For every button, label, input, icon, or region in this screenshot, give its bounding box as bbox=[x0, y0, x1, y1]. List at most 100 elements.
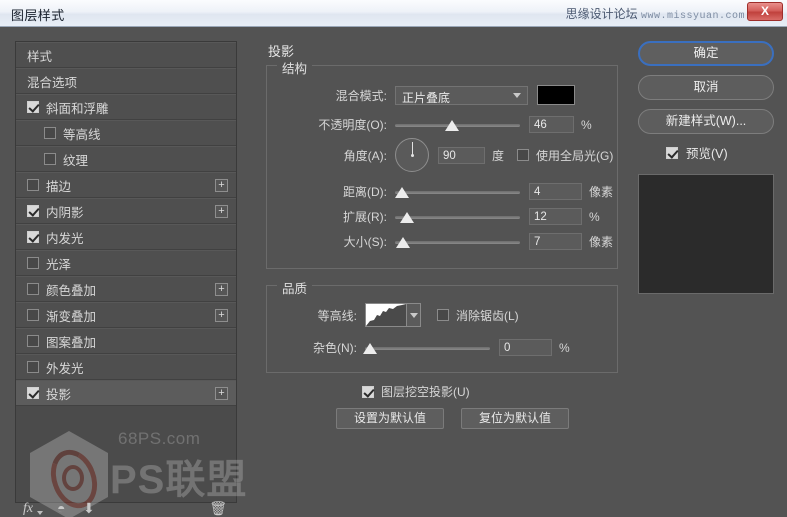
style-item-label: 混合选项 bbox=[27, 72, 77, 91]
add-effect-icon[interactable]: + bbox=[215, 179, 228, 192]
style-item-checkbox[interactable] bbox=[27, 309, 39, 321]
distance-row: 距离(D): 4 像素 bbox=[267, 183, 619, 200]
preview-label: 预览(V) bbox=[686, 143, 728, 162]
add-mask-icon[interactable]: ◓ bbox=[57, 500, 65, 516]
angle-label: 角度(A): bbox=[267, 147, 387, 164]
set-default-button[interactable]: 设置为默认值 bbox=[336, 408, 444, 429]
distance-slider-knob[interactable] bbox=[395, 187, 409, 198]
cancel-button[interactable]: 取消 bbox=[638, 75, 774, 100]
noise-unit: % bbox=[559, 341, 570, 355]
style-list-item[interactable]: 光泽 bbox=[16, 250, 236, 276]
style-item-checkbox[interactable] bbox=[27, 335, 39, 347]
knockout-checkbox[interactable] bbox=[362, 386, 374, 398]
style-item-checkbox[interactable] bbox=[27, 283, 39, 295]
style-item-checkbox[interactable] bbox=[27, 387, 39, 399]
blend-mode-row: 混合模式: 正片叠底 bbox=[267, 85, 619, 105]
knockout-label: 图层挖空投影(U) bbox=[381, 383, 470, 400]
contour-thumbnail[interactable] bbox=[365, 303, 407, 327]
style-item-checkbox[interactable] bbox=[27, 257, 39, 269]
add-effect-icon[interactable]: + bbox=[215, 205, 228, 218]
style-list-item[interactable]: 等高线 bbox=[16, 120, 236, 146]
spread-slider-knob[interactable] bbox=[400, 212, 414, 223]
style-item-label: 内阴影 bbox=[46, 202, 84, 221]
add-effect-icon[interactable]: + bbox=[215, 387, 228, 400]
site-watermark: 思缘设计论坛 www.missyuan.com bbox=[566, 5, 745, 22]
ok-button[interactable]: 确定 bbox=[638, 41, 774, 66]
contour-dropdown-arrow[interactable] bbox=[407, 303, 421, 327]
noise-row: 杂色(N): 0 % bbox=[267, 339, 619, 356]
effect-settings-panel: 投影 结构 混合模式: 正片叠底 不透明度(O): bbox=[258, 41, 626, 503]
style-item-label: 纹理 bbox=[63, 150, 88, 169]
move-down-icon[interactable]: ⬇ bbox=[83, 500, 95, 517]
spread-slider[interactable] bbox=[395, 210, 520, 224]
opacity-slider-knob[interactable] bbox=[445, 120, 459, 131]
preview-checkbox[interactable] bbox=[666, 147, 678, 159]
anti-alias-label: 消除锯齿(L) bbox=[456, 307, 519, 324]
style-item-checkbox[interactable] bbox=[27, 205, 39, 217]
style-item-label: 斜面和浮雕 bbox=[46, 98, 109, 117]
style-list-item[interactable]: 颜色叠加+ bbox=[16, 276, 236, 302]
style-item-checkbox[interactable] bbox=[27, 231, 39, 243]
new-style-button[interactable]: 新建样式(W)... bbox=[638, 109, 774, 134]
size-slider-track bbox=[395, 241, 520, 244]
distance-input[interactable]: 4 bbox=[529, 183, 582, 200]
size-input[interactable]: 7 bbox=[529, 233, 582, 250]
opacity-unit: % bbox=[581, 118, 592, 132]
angle-input[interactable]: 90 bbox=[438, 147, 485, 164]
noise-slider-track bbox=[365, 347, 490, 350]
style-item-label: 图案叠加 bbox=[46, 332, 96, 351]
style-list-item[interactable]: 混合选项 bbox=[16, 68, 236, 94]
noise-input[interactable]: 0 bbox=[499, 339, 552, 356]
style-item-checkbox[interactable] bbox=[27, 101, 39, 113]
angle-unit: 度 bbox=[492, 147, 504, 164]
layer-style-dialog: 图层样式 思缘设计论坛 www.missyuan.com X 样式混合选项斜面和… bbox=[0, 0, 787, 517]
style-list-item[interactable]: 斜面和浮雕 bbox=[16, 94, 236, 120]
distance-slider[interactable] bbox=[395, 185, 520, 199]
title-bar: 图层样式 思缘设计论坛 www.missyuan.com X bbox=[0, 0, 787, 27]
style-list-item[interactable]: 投影+ bbox=[16, 380, 236, 406]
style-list-item[interactable]: 内阴影 + bbox=[16, 198, 236, 224]
style-list-item[interactable]: 样式 bbox=[16, 42, 236, 68]
reset-default-button[interactable]: 复位为默认值 bbox=[461, 408, 569, 429]
delete-icon[interactable]: 🗑 bbox=[209, 500, 227, 517]
style-item-checkbox[interactable] bbox=[27, 361, 39, 373]
chevron-down-icon bbox=[513, 93, 521, 98]
style-list-item[interactable]: 外发光 bbox=[16, 354, 236, 380]
quality-caption: 品质 bbox=[277, 278, 312, 297]
style-list-item[interactable]: 描边+ bbox=[16, 172, 236, 198]
fx-icon[interactable]: fx bbox=[23, 501, 33, 517]
preview-row: 预览(V) bbox=[666, 143, 774, 162]
style-list-item[interactable]: 渐变叠加 + bbox=[16, 302, 236, 328]
distance-unit: 像素 bbox=[589, 183, 613, 200]
anti-alias-checkbox[interactable] bbox=[437, 309, 449, 321]
styles-list[interactable]: 样式混合选项斜面和浮雕等高线纹理描边+ 内阴影 + 内发光光泽颜色叠加+ 渐变叠加 + 图案… bbox=[15, 41, 237, 503]
style-item-checkbox[interactable] bbox=[27, 179, 39, 191]
blend-mode-select[interactable]: 正片叠底 bbox=[395, 86, 528, 105]
add-effect-icon[interactable]: + bbox=[215, 283, 228, 296]
shadow-color-swatch[interactable] bbox=[537, 85, 575, 105]
use-global-light-checkbox[interactable] bbox=[517, 149, 529, 161]
style-list-item[interactable]: 纹理 bbox=[16, 146, 236, 172]
default-buttons-row: 设置为默认值 复位为默认值 bbox=[336, 408, 569, 429]
opacity-slider[interactable] bbox=[395, 118, 520, 132]
style-list-item[interactable]: 内发光 bbox=[16, 224, 236, 250]
size-slider-knob[interactable] bbox=[396, 237, 410, 248]
spread-input[interactable]: 12 bbox=[529, 208, 582, 225]
preview-thumbnail bbox=[638, 174, 774, 294]
style-item-checkbox[interactable] bbox=[44, 127, 56, 139]
style-item-label: 渐变叠加 bbox=[46, 306, 96, 325]
close-button[interactable]: X bbox=[747, 2, 783, 21]
noise-slider[interactable] bbox=[365, 341, 490, 355]
size-slider[interactable] bbox=[395, 235, 520, 249]
add-effect-icon[interactable]: + bbox=[215, 309, 228, 322]
watermark-url-text: www.missyuan.com bbox=[641, 11, 745, 22]
opacity-input[interactable]: 46 bbox=[529, 116, 574, 133]
size-label: 大小(S): bbox=[267, 233, 387, 250]
quality-group: 品质 等高线: 消除锯齿(L) 杂色(N): bbox=[266, 285, 618, 373]
style-item-checkbox[interactable] bbox=[44, 153, 56, 165]
style-list-item[interactable]: 图案叠加 bbox=[16, 328, 236, 354]
angle-dial[interactable] bbox=[395, 138, 429, 172]
fx-caret-icon[interactable] bbox=[37, 511, 43, 515]
noise-slider-knob[interactable] bbox=[363, 343, 377, 354]
spread-label: 扩展(R): bbox=[267, 208, 387, 225]
